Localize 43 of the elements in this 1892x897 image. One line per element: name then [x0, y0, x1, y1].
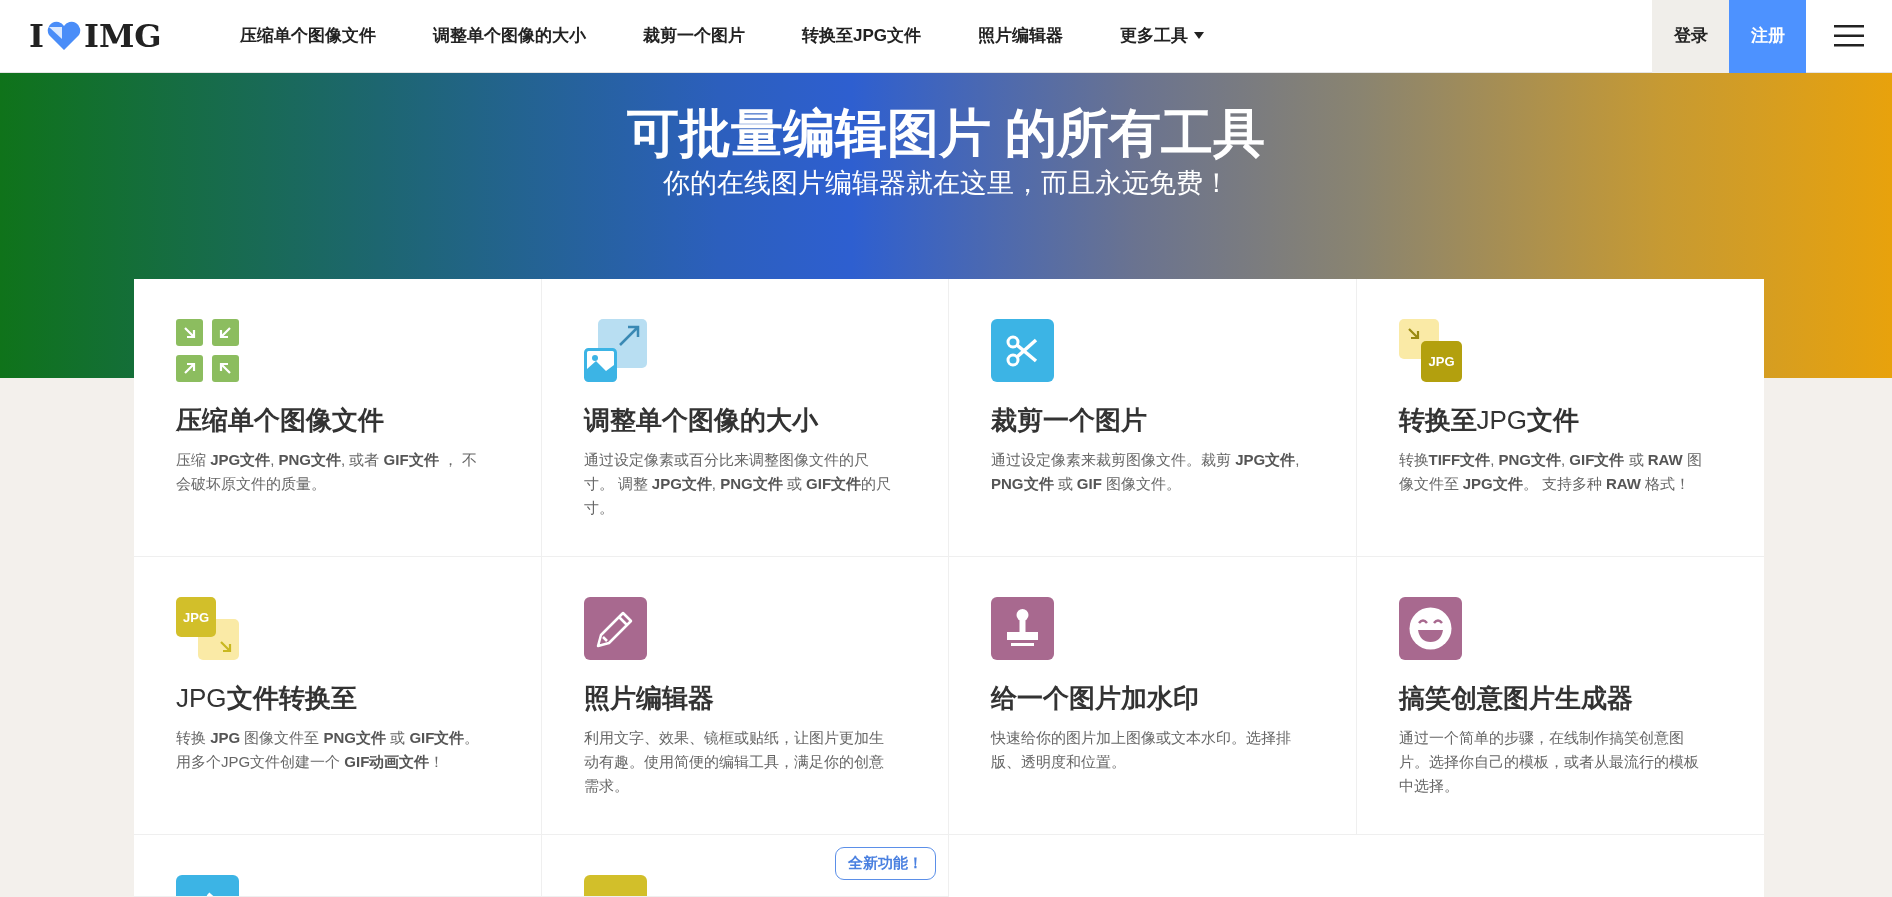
tool-title: 搞笑创意图片生成器 [1398, 682, 1634, 715]
nav-link[interactable]: 转换至JPG文件 [802, 23, 922, 49]
tool-card[interactable]: 压缩单个图像文件 压缩 JPG文件, PNG文件, 或者 GIF文件 ， 不会破坏原文件的质量。 [134, 279, 542, 557]
edit-icon [583, 597, 647, 660]
caret-icon [1194, 32, 1205, 40]
tool-description: 通过一个简单的步骤，在线制作搞笑创意图片。选择你自己的模板，或者从最流行的模板中选择。 [1398, 728, 1700, 796]
tool-card[interactable]: 调整单个图像的大小 通过设定像素或百分比来调整图像文件的尺寸。 调整 JPG文件, PNG文件 或 GIF文件的尺寸。 [541, 279, 949, 557]
tool-description: 利用文字、效果、镜框或贴纸，让图片更加生动有趣。使用简便的编辑工具，满足你的创意需求。 [583, 728, 885, 796]
new-feature-badge: 全新功能！ [835, 847, 936, 880]
login-button[interactable]: 登录 [1652, 0, 1729, 73]
tool-title: 裁剪一个图片 [991, 404, 1148, 437]
tool-card[interactable]: 照片编辑器 利用文字、效果、镜框或贴纸，让图片更加生动有趣。使用简便的编辑工具，满足你的创意需求。 [541, 557, 949, 835]
tool-description: 转换TIFF文件, PNG文件, GIF文件 或 RAW 图像文件至 JPG文件。 支持多种 RAW 格式！ [1398, 450, 1703, 494]
logo-text: I [29, 20, 44, 52]
tool-card[interactable]: JPG JPG文件转换至 转换 JPG 图像文件至 PNG文件 或 GIF文件。用多个JPG文件创建一个 GIF动画文件！ [134, 557, 542, 835]
heart-icon [45, 21, 82, 51]
nav-link[interactable]: 压缩单个图像文件 [240, 23, 376, 49]
tool-description: 通过设定像素来裁剪图像文件。裁剪 JPG文件, PNG文件 或 GIF 图像文件。 [991, 450, 1301, 494]
compress-icon [176, 319, 239, 382]
meme-icon [1398, 597, 1462, 660]
tool-description: 快速给你的图片加上图像或文本水印。选择排版、透明度和位置。 [991, 728, 1292, 772]
tool-title: 照片编辑器 [583, 682, 715, 715]
tool-description: 通过设定像素或百分比来调整图像文件的尺寸。 调整 JPG文件, PNG文件 或 GIF文件的尺寸。 [583, 450, 893, 518]
tool-card[interactable]: 给一个图片加水印 快速给你的图片加上图像或文本水印。选择排版、透明度和位置。 [949, 557, 1357, 835]
nav-link[interactable]: 调整单个图像的大小 [433, 23, 586, 49]
hero-subtitle: 你的在线图片编辑器就在这里，而且永远免费！ [662, 167, 1230, 200]
tool-title: 转换至JPG文件 [1398, 404, 1581, 437]
tool-title: 调整单个图像的大小 [583, 404, 820, 437]
resize-icon [583, 319, 647, 382]
tool-title: JPG文件转换至 [176, 682, 358, 715]
nav-link[interactable]: 照片编辑器 [978, 23, 1064, 49]
nav-link[interactable]: 裁剪一个图片 [643, 23, 745, 49]
tool-title: 给一个图片加水印 [991, 682, 1200, 715]
tool-description: 转换 JPG 图像文件至 PNG文件 或 GIF文件。用多个JPG文件创建一个 GIF动画文件！ [176, 728, 481, 772]
crop-icon [991, 319, 1054, 382]
tool-card[interactable]: 裁剪一个图片 通过设定像素来裁剪图像文件。裁剪 JPG文件, PNG文件 或 GIF 图像文件。 [949, 279, 1357, 557]
tool-card[interactable]: 全新功能！ [541, 835, 949, 897]
watermark-icon [991, 597, 1054, 660]
hero-title: 可批量编辑图片 的所有工具 [626, 103, 1266, 164]
logo-text: IMG [83, 20, 162, 52]
nav-link[interactable]: 更多工具 [1120, 23, 1205, 49]
tool-title: 压缩单个图像文件 [176, 404, 385, 437]
tool-description: 压缩 JPG文件, PNG文件, 或者 GIF文件 ， 不会破坏原文件的质量。 [176, 450, 478, 494]
